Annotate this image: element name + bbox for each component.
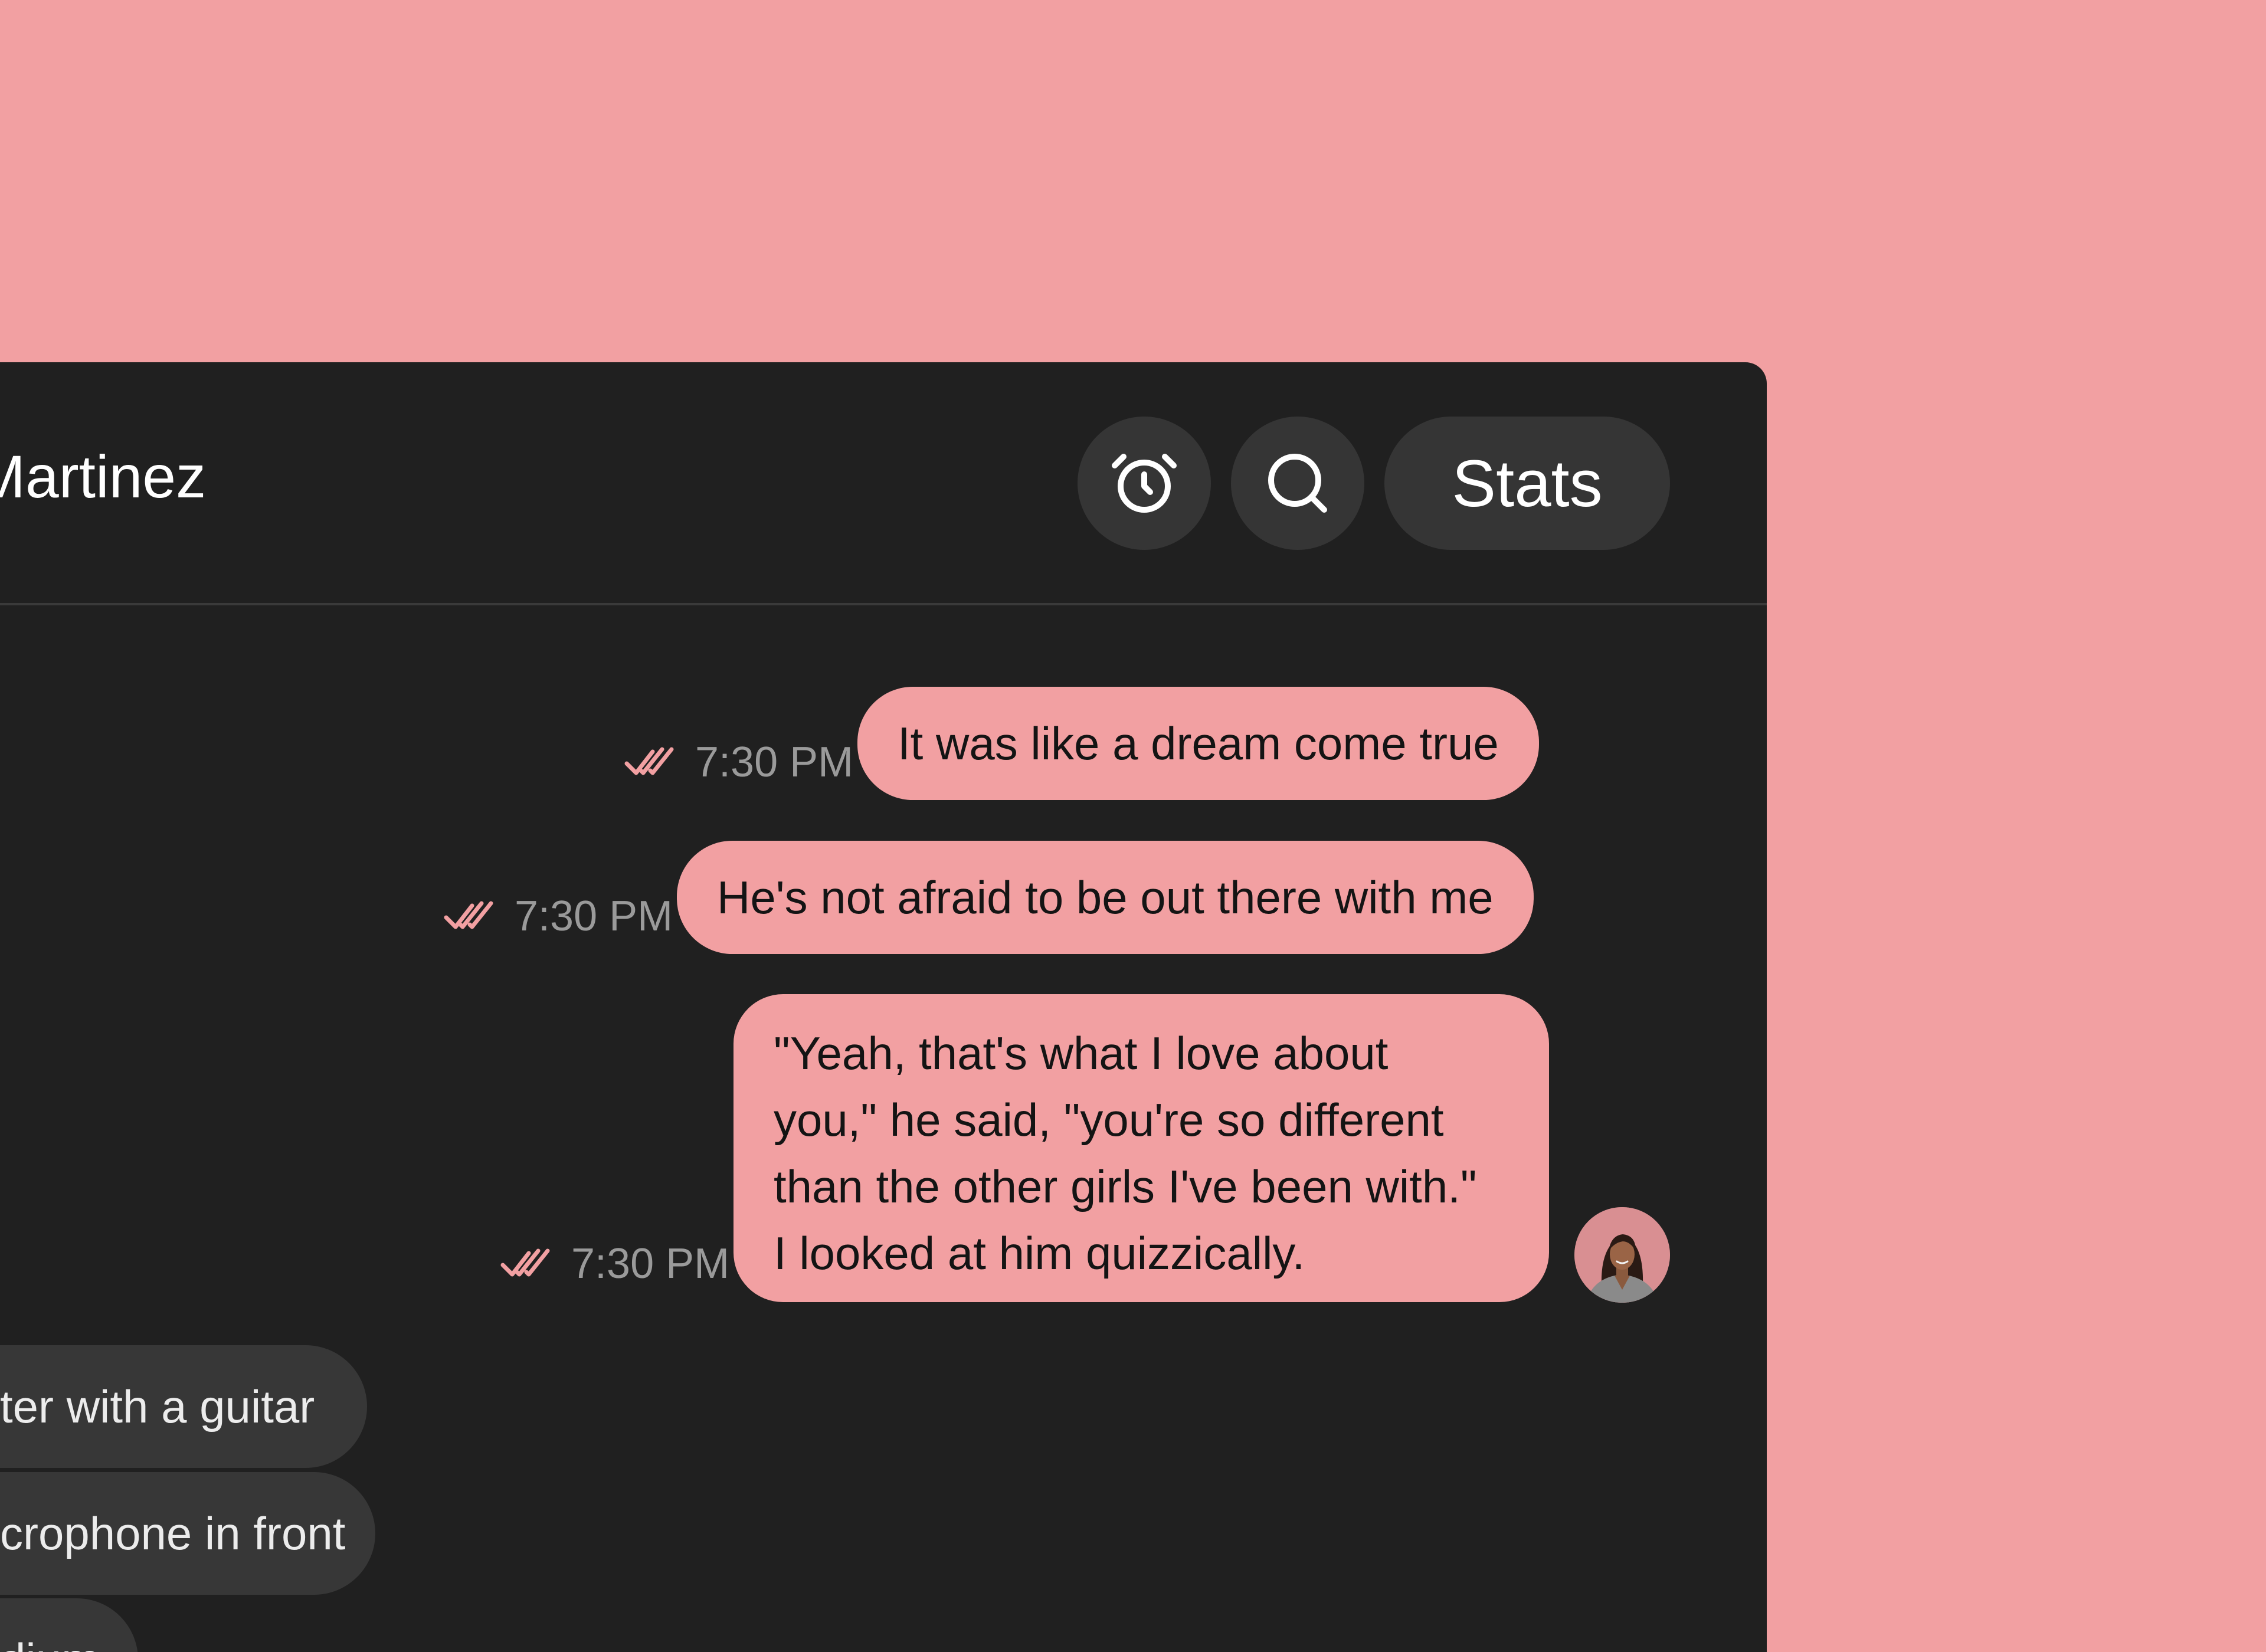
double-check-icon bbox=[500, 1248, 550, 1277]
message-line: than the other girls I've been with." bbox=[774, 1161, 1477, 1212]
message-bubble-incoming[interactable]: crophone in front bbox=[0, 1472, 375, 1595]
search-button[interactable] bbox=[1231, 417, 1364, 550]
message-meta: 7:30 PM bbox=[444, 892, 673, 940]
chat-header: Martinez Stats bbox=[0, 362, 1767, 605]
message-line: "Yeah, that's what I love about bbox=[774, 1027, 1389, 1079]
alarm-clock-icon bbox=[1112, 454, 1177, 513]
message-bubble-incoming[interactable]: ter with a guitar bbox=[0, 1345, 367, 1468]
contact-name: Martinez bbox=[0, 443, 207, 510]
message-bubble-outgoing[interactable]: It was like a dream come true bbox=[857, 687, 1539, 800]
message-bubble-outgoing[interactable]: He's not afraid to be out there with me bbox=[677, 841, 1534, 954]
message-line: you," he said, "you're so different bbox=[774, 1094, 1444, 1146]
message-meta: 7:30 PM bbox=[500, 1240, 729, 1288]
double-check-icon bbox=[624, 747, 674, 775]
double-check-icon bbox=[444, 901, 493, 929]
message-bubble-outgoing[interactable]: "Yeah, that's what I love about you," he… bbox=[733, 994, 1549, 1302]
person-avatar-icon bbox=[1574, 1207, 1670, 1303]
incoming-message-text: crophone in front bbox=[0, 1507, 346, 1559]
message-meta: 7:30 PM bbox=[624, 738, 853, 786]
alarm-button[interactable] bbox=[1078, 417, 1211, 550]
message-line: I looked at him quizzically. bbox=[774, 1227, 1305, 1279]
avatar[interactable] bbox=[1574, 1207, 1670, 1303]
message-time: 7:30 PM bbox=[515, 893, 673, 940]
message-time: 7:30 PM bbox=[571, 1240, 730, 1287]
chat-window: Martinez Stats 7:30 PM It was like a dre… bbox=[0, 362, 1767, 1652]
incoming-message-text: dium bbox=[0, 1633, 100, 1652]
incoming-message-text: ter with a guitar bbox=[0, 1380, 315, 1433]
stats-button[interactable]: Stats bbox=[1384, 417, 1670, 550]
message-time: 7:30 PM bbox=[695, 739, 854, 786]
message-bubble-incoming[interactable]: dium bbox=[0, 1598, 138, 1652]
search-icon bbox=[1268, 454, 1327, 513]
